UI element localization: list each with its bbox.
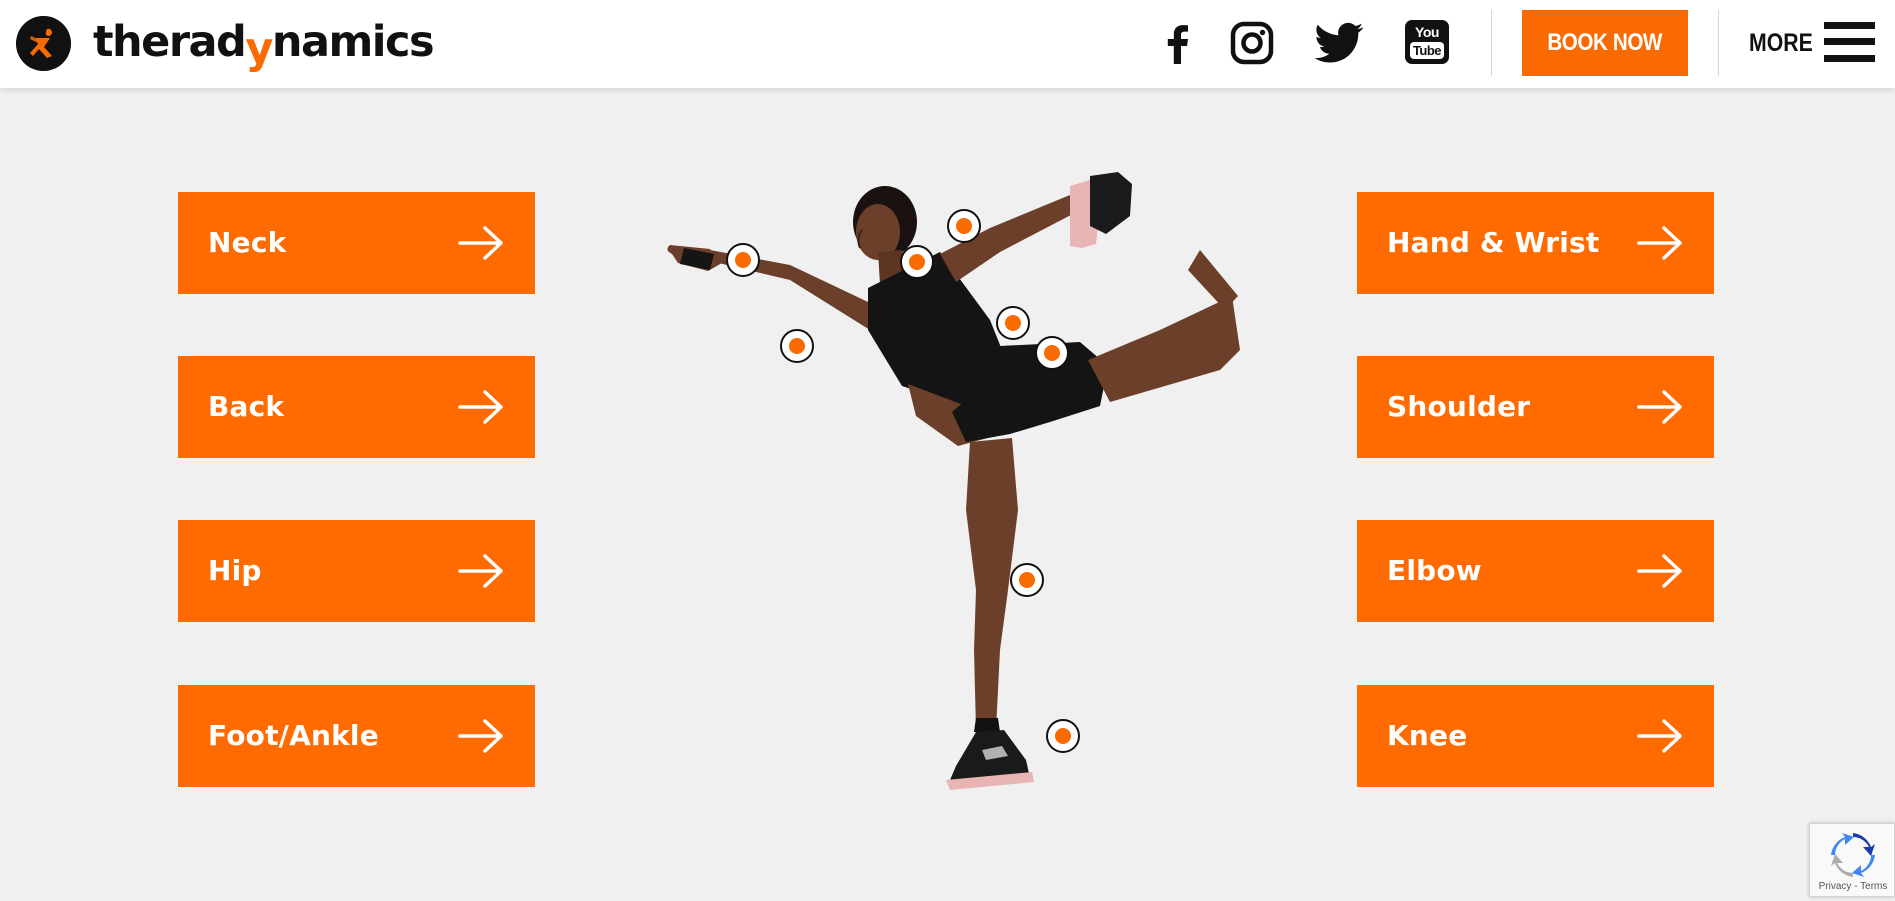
arrow-right-icon bbox=[1637, 553, 1684, 589]
hotspot-dot-icon[interactable] bbox=[1010, 563, 1044, 597]
brand-name-prefix: therad bbox=[93, 17, 247, 67]
shoulder-button[interactable]: Shoulder bbox=[1357, 356, 1714, 458]
hotspot-dot-icon[interactable] bbox=[996, 306, 1030, 340]
recaptcha-icon bbox=[1830, 832, 1876, 878]
youtube-icon-label-bottom: Tube bbox=[1410, 42, 1444, 59]
knee-button[interactable]: Knee bbox=[1357, 685, 1714, 787]
facebook-icon[interactable] bbox=[1155, 20, 1201, 66]
hotspot-dot-icon[interactable] bbox=[900, 245, 934, 279]
hotspot-dot-icon[interactable] bbox=[1035, 336, 1069, 370]
arrow-right-icon bbox=[1637, 389, 1684, 425]
hotspot-dot-icon[interactable] bbox=[780, 329, 814, 363]
recaptcha-privacy-terms[interactable]: Privacy - Terms bbox=[1810, 881, 1895, 893]
back-button[interactable]: Back bbox=[178, 356, 535, 458]
arrow-right-icon bbox=[1637, 718, 1684, 754]
site-header: theradynamics You Tube BOOK NOW MORE bbox=[0, 0, 1895, 88]
arrow-right-icon bbox=[1637, 225, 1684, 261]
youtube-icon[interactable]: You Tube bbox=[1405, 20, 1449, 64]
header-divider bbox=[1491, 10, 1492, 76]
more-menu-label[interactable]: MORE bbox=[1749, 22, 1813, 64]
shoulder-button-label: Shoulder bbox=[1387, 390, 1531, 423]
instagram-icon[interactable] bbox=[1229, 20, 1275, 66]
foot-ankle-button[interactable]: Foot/Ankle bbox=[178, 685, 535, 787]
hip-button[interactable]: Hip bbox=[178, 520, 535, 622]
recaptcha-badge[interactable]: Privacy - Terms bbox=[1809, 823, 1895, 897]
neck-button[interactable]: Neck bbox=[178, 192, 535, 294]
hotspot-dot-icon[interactable] bbox=[726, 243, 760, 277]
hamburger-menu-icon[interactable] bbox=[1824, 22, 1875, 62]
brand-wordmark[interactable]: theradynamics bbox=[93, 14, 435, 74]
book-now-label: BOOK NOW bbox=[1547, 29, 1663, 56]
hand-wrist-button[interactable]: Hand & Wrist bbox=[1357, 192, 1714, 294]
knee-button-label: Knee bbox=[1387, 719, 1468, 752]
foot-ankle-button-label: Foot/Ankle bbox=[208, 719, 379, 752]
hotspot-dot-icon[interactable] bbox=[947, 209, 981, 243]
brand-name-accent: y bbox=[245, 24, 273, 74]
elbow-button[interactable]: Elbow bbox=[1357, 520, 1714, 622]
hand-wrist-button-label: Hand & Wrist bbox=[1387, 226, 1600, 259]
back-button-label: Back bbox=[208, 390, 285, 423]
book-now-button[interactable]: BOOK NOW bbox=[1522, 10, 1688, 76]
arrow-right-icon bbox=[458, 389, 505, 425]
hotspot-dot-icon[interactable] bbox=[1046, 719, 1080, 753]
youtube-icon-label-top: You bbox=[1415, 24, 1439, 40]
arrow-right-icon bbox=[458, 718, 505, 754]
hip-button-label: Hip bbox=[208, 554, 262, 587]
arrow-right-icon bbox=[458, 225, 505, 261]
brand-name-suffix: namics bbox=[271, 17, 435, 67]
header-divider bbox=[1718, 10, 1719, 76]
twitter-icon[interactable] bbox=[1313, 20, 1365, 66]
neck-button-label: Neck bbox=[208, 226, 287, 259]
arrow-right-icon bbox=[458, 553, 505, 589]
elbow-button-label: Elbow bbox=[1387, 554, 1482, 587]
runner-logo-icon[interactable] bbox=[16, 16, 71, 71]
